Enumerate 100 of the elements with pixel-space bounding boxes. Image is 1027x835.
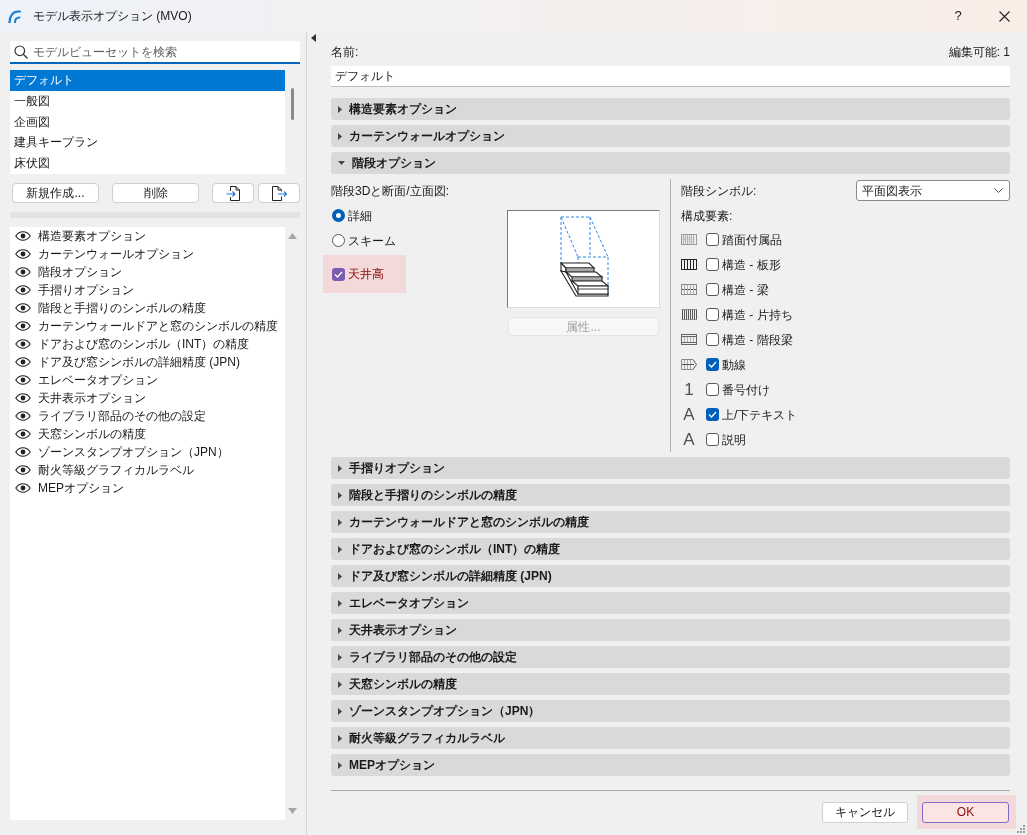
- checkbox-label: 天井高: [348, 266, 384, 283]
- preset-item[interactable]: デフォルト: [10, 70, 285, 91]
- grid-arrow-icon: [681, 359, 697, 370]
- triangle-right-icon: [338, 680, 342, 688]
- eye-icon[interactable]: [15, 357, 31, 367]
- eye-icon[interactable]: [15, 483, 31, 493]
- section-header[interactable]: ドア及び窓シンボルの詳細精度 (JPN): [331, 565, 1010, 587]
- eye-icon[interactable]: [15, 339, 31, 349]
- eye-icon[interactable]: [15, 465, 31, 475]
- document-arrow-in-icon: [225, 185, 241, 201]
- checkbox[interactable]: [706, 258, 719, 271]
- checkbox[interactable]: [332, 267, 345, 281]
- eye-icon[interactable]: [15, 285, 31, 295]
- preset-item[interactable]: 一般図: [10, 90, 285, 112]
- option-list-item[interactable]: エレベータオプション: [10, 371, 285, 389]
- name-field[interactable]: デフォルト: [331, 66, 1010, 87]
- vertical-bars-icon: [681, 259, 697, 270]
- search-icon: [14, 45, 28, 59]
- triangle-right-icon: [338, 132, 342, 140]
- checkbox-label: 上/下テキスト: [722, 406, 798, 424]
- preset-button[interactable]: 新規作成...: [12, 183, 99, 203]
- dialog-button[interactable]: キャンセル: [822, 801, 908, 823]
- option-list-item[interactable]: カーテンウォールドアと窓のシンボルの精度: [10, 317, 285, 335]
- preset-item[interactable]: 床伏図: [10, 153, 285, 174]
- radio-button[interactable]: [332, 234, 345, 247]
- preset-item[interactable]: 建具キープラン: [10, 132, 285, 154]
- document-arrow-out-icon: [271, 185, 287, 201]
- option-list-item[interactable]: 階段オプション: [10, 263, 285, 281]
- eye-icon[interactable]: [15, 249, 31, 259]
- eye-icon[interactable]: [15, 411, 31, 421]
- checkbox[interactable]: [706, 333, 719, 346]
- section-header[interactable]: 天窓シンボルの精度: [331, 673, 1010, 695]
- section-header[interactable]: 構造要素オプション: [331, 98, 1010, 120]
- preset-item[interactable]: 企画図: [10, 111, 285, 133]
- eye-icon[interactable]: [15, 267, 31, 277]
- section-header[interactable]: カーテンウォールオプション: [331, 125, 1010, 147]
- resize-grip-icon[interactable]: [1017, 825, 1025, 833]
- option-list-item[interactable]: 耐火等級グラフィカルラベル: [10, 461, 285, 479]
- option-list-item[interactable]: 手摺りオプション: [10, 281, 285, 299]
- option-list-item[interactable]: ゾーンスタンプオプション（JPN）: [10, 443, 285, 461]
- help-button[interactable]: ?: [935, 0, 981, 32]
- section-header[interactable]: ゾーンスタンプオプション（JPN）: [331, 700, 1010, 722]
- section-header[interactable]: ライブラリ部品のその他の設定: [331, 646, 1010, 668]
- eye-icon[interactable]: [15, 393, 31, 403]
- triangle-right-icon: [338, 105, 342, 113]
- checkbox[interactable]: [706, 283, 719, 296]
- section-header[interactable]: 階段と手摺りのシンボルの精度: [331, 484, 1010, 506]
- section-header[interactable]: 耐火等級グラフィカルラベル: [331, 727, 1010, 749]
- checkbox-label: 説明: [722, 431, 746, 449]
- checkbox-label: 構造 - 片持ち: [722, 306, 793, 324]
- section-header[interactable]: MEPオプション: [331, 754, 1010, 776]
- search-field[interactable]: モデルビューセットを検索: [10, 41, 300, 64]
- section-header[interactable]: カーテンウォールドアと窓のシンボルの精度: [331, 511, 1010, 533]
- group-label: 階段3Dと断面/立面図:: [331, 183, 450, 199]
- radio-label: 詳細: [348, 207, 372, 224]
- option-list-item[interactable]: 天井表示オプション: [10, 389, 285, 407]
- option-list-item[interactable]: ライブラリ部品のその他の設定: [10, 407, 285, 425]
- checkbox-label: 番号付け: [722, 381, 770, 399]
- preset-button[interactable]: 削除: [112, 183, 199, 203]
- checkbox-label: 動線: [722, 356, 746, 374]
- eye-icon[interactable]: [15, 429, 31, 439]
- triangle-right-icon: [338, 572, 342, 580]
- option-list-item[interactable]: MEPオプション: [10, 479, 285, 497]
- close-icon[interactable]: [998, 10, 1010, 22]
- group-label: 構成要素:: [681, 208, 734, 224]
- group-label: 階段シンボル:: [681, 182, 757, 200]
- scrollbar-thumb[interactable]: [291, 88, 294, 120]
- option-list-item[interactable]: 天窓シンボルの精度: [10, 425, 285, 443]
- option-list-item[interactable]: 階段と手摺りのシンボルの精度: [10, 299, 285, 317]
- export-button[interactable]: [258, 183, 300, 203]
- symbol-glyph: A: [682, 429, 696, 450]
- triangle-right-icon: [338, 464, 342, 472]
- section-header[interactable]: 手摺りオプション: [331, 457, 1010, 479]
- section-header[interactable]: ドアおよび窓のシンボル（INT）の精度: [331, 538, 1010, 560]
- checkbox[interactable]: [706, 308, 719, 321]
- dialog-button[interactable]: OK: [922, 801, 1009, 823]
- section-header[interactable]: 階段オプション: [331, 152, 1010, 174]
- checkbox[interactable]: [706, 433, 719, 446]
- option-list-item[interactable]: 構造要素オプション: [10, 227, 285, 245]
- eye-icon[interactable]: [15, 375, 31, 385]
- eye-icon[interactable]: [15, 231, 31, 241]
- section-header[interactable]: エレベータオプション: [331, 592, 1010, 614]
- chevron-down-icon: [994, 188, 1003, 193]
- triangle-down-icon: [338, 161, 345, 165]
- checkbox[interactable]: [706, 383, 719, 396]
- checkbox[interactable]: [706, 408, 719, 421]
- eye-icon[interactable]: [15, 447, 31, 457]
- section-header[interactable]: 天井表示オプション: [331, 619, 1010, 641]
- symbol-dropdown[interactable]: 平面図表示: [856, 180, 1010, 201]
- editable-count: 編集可能: 1: [948, 44, 1010, 61]
- checkbox[interactable]: [706, 233, 719, 246]
- option-list-item[interactable]: ドア及び窓シンボルの詳細精度 (JPN): [10, 353, 285, 371]
- collapse-arrow-icon[interactable]: [311, 34, 316, 42]
- checkbox[interactable]: [706, 358, 719, 371]
- option-list-item[interactable]: カーテンウォールオプション: [10, 245, 285, 263]
- import-button[interactable]: [212, 183, 254, 203]
- eye-icon[interactable]: [15, 321, 31, 331]
- option-list-item[interactable]: ドアおよび窓のシンボル（INT）の精度: [10, 335, 285, 353]
- radio-button[interactable]: [332, 209, 345, 222]
- eye-icon[interactable]: [15, 303, 31, 313]
